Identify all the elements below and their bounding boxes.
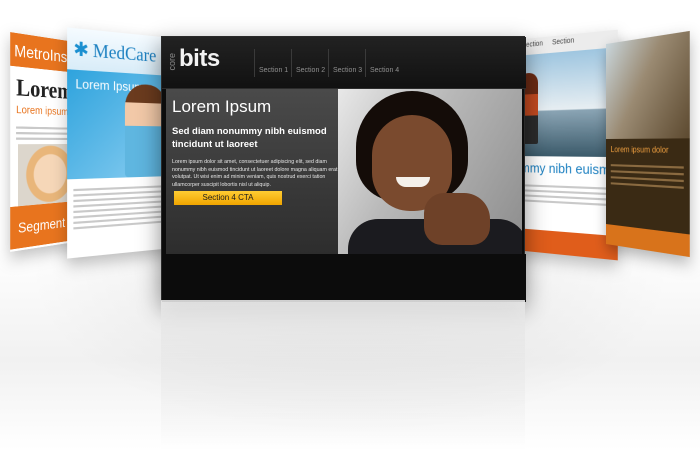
runner-card-title: mmy nibh euismod: [520, 160, 618, 179]
main-header: core bits Section 1 Section 2 Section 3 …: [162, 37, 526, 89]
photo-smile: [396, 177, 430, 187]
template-card-corebits[interactable]: core bits Section 1 Section 2 Section 3 …: [161, 36, 526, 302]
nav-section-4[interactable]: Section 4: [365, 49, 402, 77]
main-nav: Section 1 Section 2 Section 3 Section 4: [254, 49, 402, 77]
nav-section-3[interactable]: Section 3: [328, 49, 365, 77]
medcare-header: ✱ MedCare: [67, 27, 172, 76]
photo-hand: [424, 193, 490, 245]
brown-card-caption: Lorem ipsum dolor: [610, 145, 669, 155]
hero-section: Lorem Ipsum Sed diam nonummy nibh euismo…: [166, 89, 522, 254]
brown-card-text-lines: [606, 164, 690, 189]
hero-subtitle: Sed diam nonummy nibh euismod tincidunt …: [172, 126, 327, 150]
runner-text-lines: [515, 179, 618, 212]
main-card-reflection: [161, 300, 525, 450]
template-card-brown[interactable]: Lorem ipsum dolor: [606, 30, 690, 258]
runner-photo: [515, 47, 618, 158]
logo-core-text: core: [167, 53, 177, 71]
section-4-cta-button[interactable]: Section 4 CTA: [174, 191, 282, 205]
hero-title: Lorem Ipsum: [172, 97, 272, 116]
template-card-runner[interactable]: Section Section mmy nibh euismod: [515, 29, 618, 261]
brown-card-photo: [606, 30, 690, 140]
template-card-medcare[interactable]: ✱ MedCare Lorem Ipsum: [67, 27, 172, 259]
medical-star-icon: ✱: [73, 37, 89, 61]
nav-section-1[interactable]: Section 1: [254, 49, 291, 77]
corebits-logo[interactable]: core bits: [167, 45, 220, 72]
logo-bits-text: bits: [179, 45, 220, 72]
main-footer: [162, 254, 526, 302]
runner-tab: Section: [552, 37, 575, 47]
medcare-hero: Lorem Ipsum: [67, 69, 172, 180]
hero-photo: [338, 89, 522, 254]
medcare-logo: MedCare: [92, 39, 157, 66]
hero-body-text: Lorem ipsum dolor sit amet, consectetuer…: [172, 159, 338, 188]
medcare-text-lines: [67, 176, 172, 240]
nav-section-2[interactable]: Section 2: [291, 49, 328, 77]
